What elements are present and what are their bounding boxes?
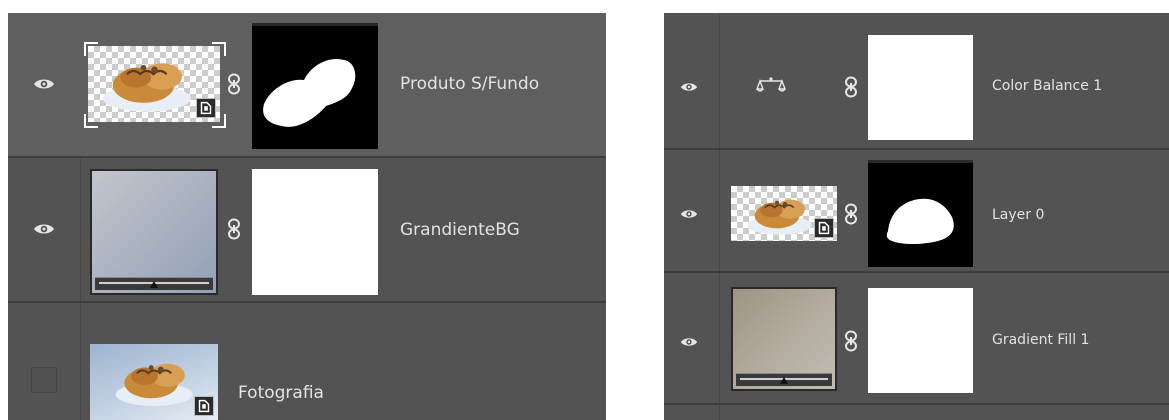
gradient-fill-thumbnail[interactable]: [731, 287, 837, 391]
eye-icon[interactable]: [33, 77, 55, 91]
gradient-bar: [95, 277, 213, 290]
subject-mask-shape: [263, 58, 356, 127]
visibility-toggle-empty[interactable]: [31, 367, 57, 393]
layer-thumbnail[interactable]: [90, 344, 218, 420]
selection-corner: [212, 114, 226, 128]
selection-corner: [84, 42, 98, 56]
layer-mask-thumbnail[interactable]: [868, 288, 973, 393]
layer-mask-thumbnail[interactable]: [868, 35, 973, 140]
row-separator: [664, 403, 1169, 405]
pastry-image-icon: [108, 352, 204, 410]
eye-icon[interactable]: [33, 222, 55, 236]
layer-row-fotografia[interactable]: Fotografia: [8, 303, 606, 420]
layer-row-gradient-fill[interactable]: Gradient Fill 1: [664, 273, 1169, 403]
chain-link-icon[interactable]: [844, 76, 858, 98]
eye-icon[interactable]: [680, 81, 698, 93]
gradient-stop-icon: [780, 377, 788, 384]
layer-row-produto[interactable]: Produto S/Fundo: [8, 13, 606, 156]
chain-link-icon[interactable]: [227, 218, 241, 240]
eye-icon[interactable]: [680, 336, 698, 348]
layer-name[interactable]: Produto S/Fundo: [400, 74, 539, 94]
gradient-bar: [736, 373, 832, 386]
smart-object-icon: [814, 218, 834, 238]
layer-mask-thumbnail[interactable]: [868, 160, 973, 267]
gradient-fill-thumbnail[interactable]: [90, 169, 218, 295]
color-balance-icon[interactable]: [756, 76, 786, 96]
selection-corner: [212, 42, 226, 56]
layer-row-grandientebg[interactable]: GrandienteBG: [8, 158, 606, 301]
layer-row-layer-0[interactable]: Layer 0: [664, 150, 1169, 271]
layer-thumbnail[interactable]: [731, 186, 837, 241]
layer-name[interactable]: Layer 0: [992, 207, 1044, 223]
chain-link-icon[interactable]: [844, 330, 858, 352]
layers-panel-left: Produto S/Fundo GrandienteBG Fotografia: [8, 13, 606, 420]
layer-name[interactable]: GrandienteBG: [400, 220, 520, 240]
layer-name[interactable]: Color Balance 1: [992, 78, 1102, 94]
layers-panel-right: Color Balance 1 Layer 0 Gradient Fill 1: [664, 13, 1169, 420]
layer-name[interactable]: Fotografia: [238, 383, 324, 403]
layer-name[interactable]: Gradient Fill 1: [992, 332, 1089, 348]
selection-corner: [84, 114, 98, 128]
pastry-image-icon: [741, 190, 821, 238]
layer-mask-thumbnail[interactable]: [252, 23, 378, 149]
chain-link-icon[interactable]: [227, 73, 241, 95]
smart-object-icon: [194, 396, 214, 416]
layer-mask-thumbnail[interactable]: [252, 169, 378, 295]
subject-mask-shape: [886, 198, 954, 244]
chain-link-icon[interactable]: [844, 203, 858, 225]
eye-icon[interactable]: [680, 208, 698, 220]
gradient-stop-icon: [150, 281, 158, 288]
pastry-image-icon: [94, 50, 204, 116]
layer-thumbnail[interactable]: [88, 46, 220, 122]
layer-row-color-balance[interactable]: Color Balance 1: [664, 13, 1169, 148]
